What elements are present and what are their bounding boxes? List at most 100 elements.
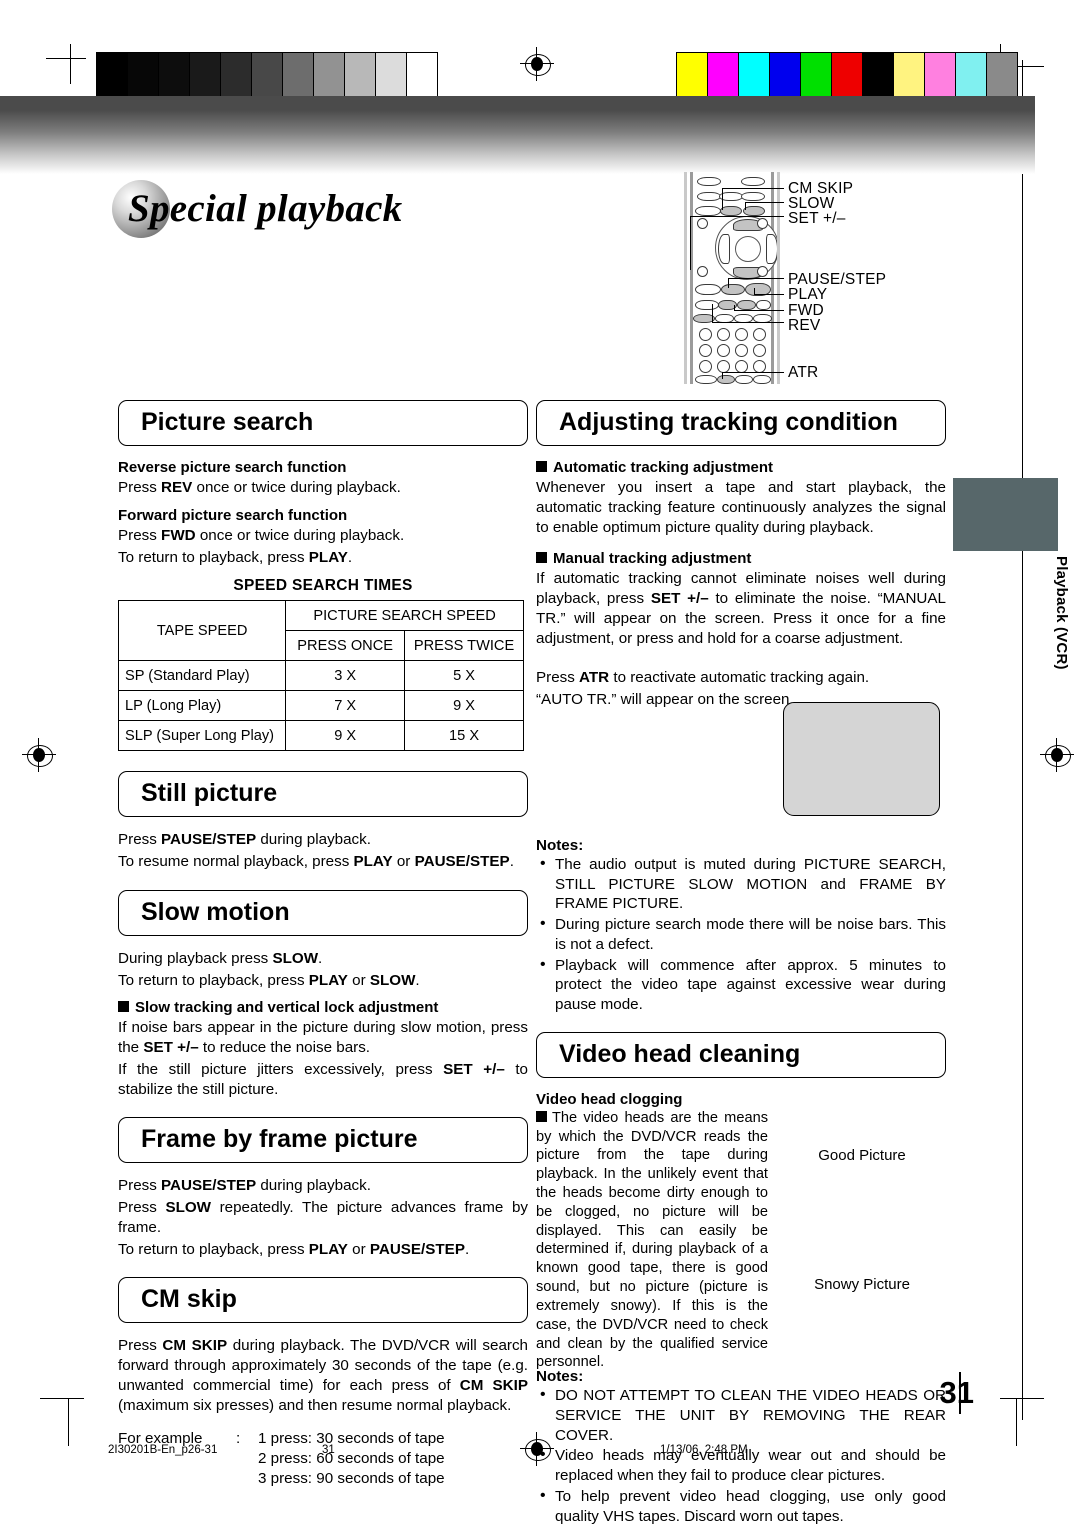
color-swatch [770,53,801,97]
cell-tape-speed: LP (Long Play) [117,690,287,722]
atr-button [717,375,735,384]
table-header-press-once: PRESS ONCE [285,630,406,662]
page-number-rule [959,1372,961,1414]
example-item: 3 press: 90 seconds of tape [258,1470,445,1488]
side-tab-block [953,478,1058,551]
crop-mark-bottom-left [40,1398,88,1446]
leader-line-atr [722,372,784,374]
cm-skip-body: Press CM SKIP during playback. The DVD/V… [118,1337,528,1414]
dpad-control [715,216,779,280]
frame-by-frame-line1: Press PAUSE/STEP during playback. [118,1177,371,1195]
color-calibration-bar [676,52,1018,98]
table-row: SLP (Super Long Play) 9 X 15 X [117,720,524,752]
footer-date: 1/13/06, 2:48 PM [660,1444,748,1456]
subheading-reverse-search: Reverse picture search function [118,459,347,476]
leader-tick-fwd [734,305,736,310]
registration-mark-left [22,738,56,772]
color-swatch [956,53,987,97]
color-swatch [863,53,894,97]
page-edge-rule-right [1022,60,1023,1420]
tracking-notes-list: The audio output is muted during PICTURE… [536,854,946,1015]
video-head-clogging-body: The video heads are the means by which t… [536,1109,768,1372]
slow-tracking-body1: If noise bars appear in the picture duri… [118,1019,528,1056]
leader-tick-cm-skip [722,188,724,210]
reverse-search-instruction: Press REV once or twice during playback. [118,479,401,496]
leader-line-fwd [734,310,784,312]
remote-control-illustration: CM SKIP SLOW SET +/– PAUSE/STEP PLAY FWD… [676,172,886,384]
right-column: Adjusting tracking condition Automatic t… [536,400,946,1527]
leader-line-slow [745,202,784,204]
section-heading-slow-motion: Slow motion [118,889,528,936]
cm-skip-examples: For example : 1 press: 30 seconds of tap… [118,1429,528,1489]
section-heading-frame-by-frame: Frame by frame picture [118,1117,528,1164]
slow-tracking-body2: If the still picture jitters excessively… [118,1060,529,1098]
grayscale-swatch [221,53,252,97]
grayscale-swatch [376,53,407,97]
leader-tick-play [754,288,756,294]
crop-mark-bottom-right [1000,1398,1048,1446]
grayscale-swatch [283,53,314,97]
grayscale-swatch [252,53,283,97]
video-head-clogging-text: Video head clogging The video heads are … [536,1091,768,1374]
note-item: Playback will commence after approx. 5 m… [540,954,946,1015]
top-gradient-band [0,96,1035,174]
frame-by-frame-line3: To return to playback, press PLAY or PAU… [118,1240,470,1258]
color-swatch [987,53,1017,97]
automatic-tracking-body: Whenever you insert a tape and start pla… [536,479,946,536]
note-item: DO NOT ATTEMPT TO CLEAN THE VIDEO HEADS … [540,1385,946,1445]
section-heading-cm-skip: CM skip [118,1277,528,1324]
tracking-screen-illustration [783,702,940,816]
leader-tick-slow [745,202,747,210]
section-heading-adjusting-tracking: Adjusting tracking condition [536,400,946,446]
leader-tick-set [690,216,692,270]
atr-line1: Press ATR to reactivate automatic tracki… [536,669,870,687]
cell-press-twice: 9 X [404,690,524,722]
cell-press-twice: 15 X [404,720,524,752]
section-heading-video-head-cleaning: Video head cleaning [536,1031,946,1078]
page-number: 31 [939,1375,974,1410]
note-item: To help prevent video head clogging, use… [540,1486,946,1527]
cell-press-once: 7 X [285,690,406,722]
cell-press-twice: 5 X [404,660,524,692]
table-header-tape-speed: TAPE SPEED [117,600,287,662]
subheading-automatic-tracking: Automatic tracking adjustment [536,459,946,476]
pause-step-button [721,284,745,295]
example-separator: : [236,1430,241,1448]
subheading-slow-tracking: Slow tracking and vertical lock adjustme… [118,999,528,1016]
subheading-manual-tracking: Manual tracking adjustment [536,550,946,567]
left-column: Picture search Reverse picture search fu… [117,400,529,1489]
remote-label-set: SET +/– [788,210,846,227]
color-swatch [925,53,956,97]
grayscale-swatch [159,53,190,97]
color-swatch [894,53,925,97]
leader-tick-pause-step [728,278,730,288]
label-good-picture: Good Picture [818,1146,906,1164]
forward-search-instruction: Press FWD once or twice during playback. [118,526,405,544]
note-item: Video heads may eventually wear out and … [540,1445,946,1486]
tracking-notes-title: Notes: [536,836,584,854]
frame-by-frame-line2: Press SLOW repeatedly. The picture advan… [118,1199,528,1236]
subheading-forward-search: Forward picture search function [118,506,348,524]
slow-motion-line2: To return to playback, press PLAY or SLO… [118,971,420,989]
footer-page-number: 31 [322,1444,335,1456]
grayscale-swatch [345,53,376,97]
fwd-button [737,300,756,310]
grayscale-swatch [128,53,159,97]
table-header-press-twice: PRESS TWICE [404,630,524,662]
cell-press-once: 9 X [285,720,406,752]
subheading-video-head-clogging: Video head clogging [536,1090,683,1108]
color-swatch [801,53,832,97]
video-head-clogging-body-text: The video heads are the means by which t… [536,1109,768,1371]
color-swatch [677,53,708,97]
manual-tracking-body: If automatic tracking cannot eliminate n… [536,570,946,647]
example-item: 2 press: 60 seconds of tape [258,1450,445,1468]
table-row: LP (Long Play) 7 X 9 X [117,690,524,722]
cell-tape-speed: SLP (Super Long Play) [117,720,287,752]
page-title-text: Special playback [128,187,403,230]
example-item: 1 press: 30 seconds of tape [258,1430,445,1448]
remote-label-atr: ATR [788,364,819,381]
side-tab-label: Playback (VCR) [1053,556,1070,670]
leader-tick-atr [722,372,724,379]
grayscale-swatch [407,53,437,97]
grayscale-swatch [314,53,345,97]
